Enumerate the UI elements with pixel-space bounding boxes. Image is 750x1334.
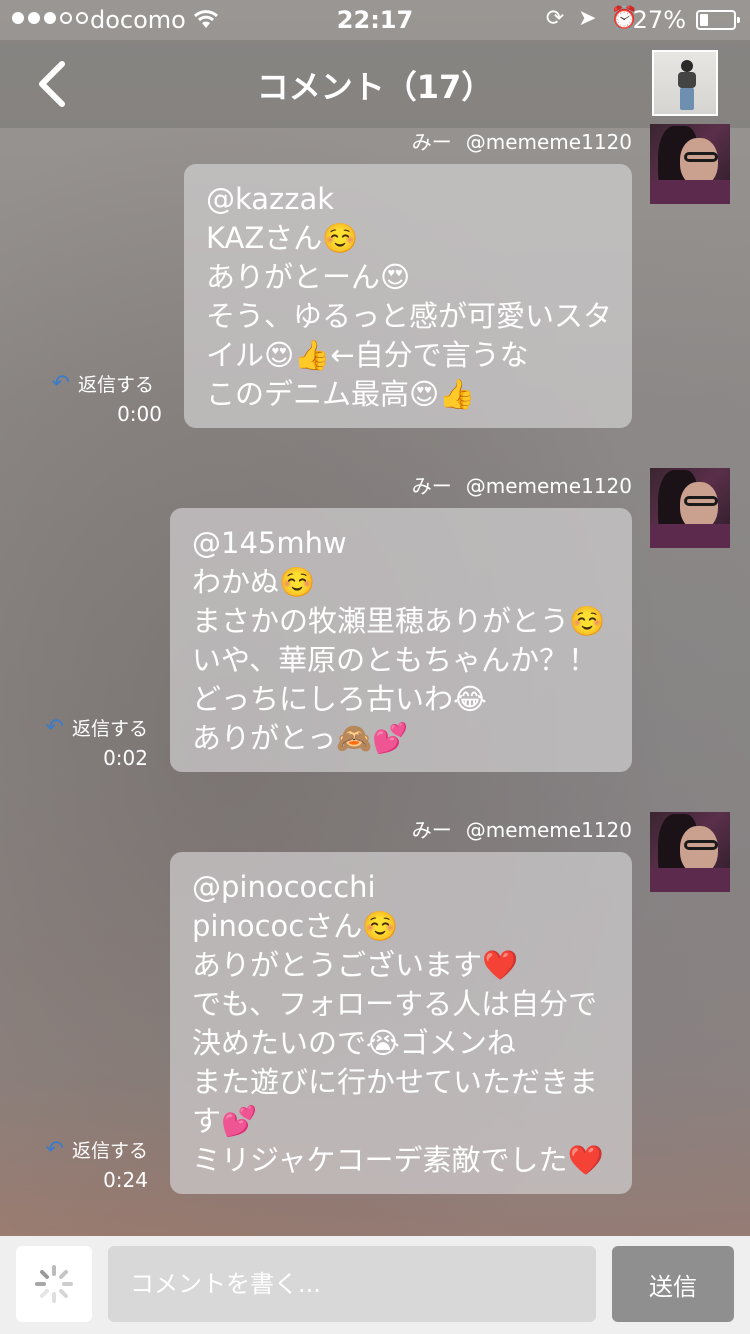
comment-line: いや、華原のともちゃんか？！ bbox=[192, 643, 598, 677]
reply-button[interactable]: ↶ 返信する bbox=[52, 370, 154, 397]
location-icon: ➤ bbox=[578, 6, 597, 31]
rotation-lock-icon: ⟳ bbox=[545, 6, 565, 31]
comment-timestamp: 0:00 bbox=[117, 402, 162, 426]
page-title: コメント（17） bbox=[256, 68, 494, 106]
reply-button[interactable]: ↶ 返信する bbox=[46, 714, 148, 741]
comment-line: どっちにしろ古いわ😂 bbox=[192, 682, 487, 716]
reply-label: 返信する bbox=[77, 374, 154, 396]
status-bar: docomo 22:17 ⟳ ➤ ⏰ 27% bbox=[0, 0, 750, 40]
spinner-icon bbox=[35, 1265, 73, 1303]
author-nickname: みー bbox=[411, 130, 452, 154]
battery-icon bbox=[696, 10, 740, 30]
reply-label: 返信する bbox=[71, 718, 148, 740]
avatar[interactable] bbox=[650, 468, 730, 548]
comment-line: イル😍👍←自分で言うな bbox=[206, 338, 529, 372]
author-nickname: みー bbox=[411, 818, 452, 842]
comment-author: みー @mememe1120 bbox=[412, 470, 632, 499]
reply-label: 返信する bbox=[71, 1140, 148, 1162]
author-username: @mememe1120 bbox=[465, 130, 632, 154]
battery-percentage: 27% bbox=[632, 6, 686, 34]
comment-line: でも、フォローする人は自分で bbox=[192, 987, 598, 1021]
comment-line: pinococさん☺️ bbox=[192, 909, 399, 943]
loading-button[interactable] bbox=[16, 1246, 92, 1322]
post-thumbnail[interactable] bbox=[652, 50, 718, 116]
comment-timestamp: 0:02 bbox=[103, 746, 148, 770]
comment-line: ありがとっ🙈💕 bbox=[192, 721, 409, 755]
comment-bubble: @pinococchi pinococさん☺️ ありがとうございます❤️ でも、… bbox=[170, 852, 632, 1194]
comment-author: みー @mememe1120 bbox=[412, 814, 632, 843]
author-username: @mememe1120 bbox=[465, 474, 632, 498]
comment-line: @kazzak bbox=[206, 182, 335, 216]
comment-line: ありがとーん😍 bbox=[206, 260, 411, 294]
comment-input[interactable] bbox=[108, 1246, 596, 1322]
send-button[interactable]: 送信 bbox=[612, 1246, 734, 1322]
comment-timestamp: 0:24 bbox=[103, 1168, 148, 1192]
avatar[interactable] bbox=[650, 124, 730, 204]
avatar[interactable] bbox=[650, 812, 730, 892]
author-nickname: みー bbox=[411, 474, 452, 498]
comment-line: そう、ゆるっと感が可愛いスタ bbox=[206, 299, 613, 333]
comment-line: す💕 bbox=[192, 1104, 258, 1138]
comment-line: まさかの牧瀬里穂ありがとう☺️ bbox=[192, 604, 606, 638]
comment-author: みー @mememe1120 bbox=[412, 126, 632, 155]
comment-bubble: @kazzak KAZさん☺️ ありがとーん😍 そう、ゆるっと感が可愛いスタ イ… bbox=[184, 164, 632, 428]
author-username: @mememe1120 bbox=[465, 818, 632, 842]
comment-line: ありがとうございます❤️ bbox=[192, 948, 519, 982]
comment-line: KAZさん☺️ bbox=[206, 221, 359, 255]
comment-bubble: @145mhw わかぬ☺️ まさかの牧瀬里穂ありがとう☺️ いや、華原のともちゃ… bbox=[170, 508, 632, 772]
comment-input-bar: 送信 bbox=[0, 1236, 750, 1334]
comment-line: ミリジャケコーデ素敵でした❤️ bbox=[192, 1143, 604, 1177]
reply-icon: ↶ bbox=[45, 714, 64, 740]
comment-line: このデニム最高😍👍 bbox=[206, 377, 476, 411]
comment-line: @pinococchi bbox=[192, 870, 376, 904]
comment-line: @145mhw bbox=[192, 526, 347, 560]
comment-line: 決めたいので😭ゴメンね bbox=[192, 1026, 516, 1060]
reply-icon: ↶ bbox=[51, 370, 70, 396]
comment-line: また遊びに行かせていただきま bbox=[192, 1065, 599, 1099]
navigation-bar: コメント（17） bbox=[0, 40, 750, 128]
reply-icon: ↶ bbox=[45, 1136, 64, 1162]
reply-button[interactable]: ↶ 返信する bbox=[46, 1136, 148, 1163]
comment-line: わかぬ☺️ bbox=[192, 565, 316, 599]
